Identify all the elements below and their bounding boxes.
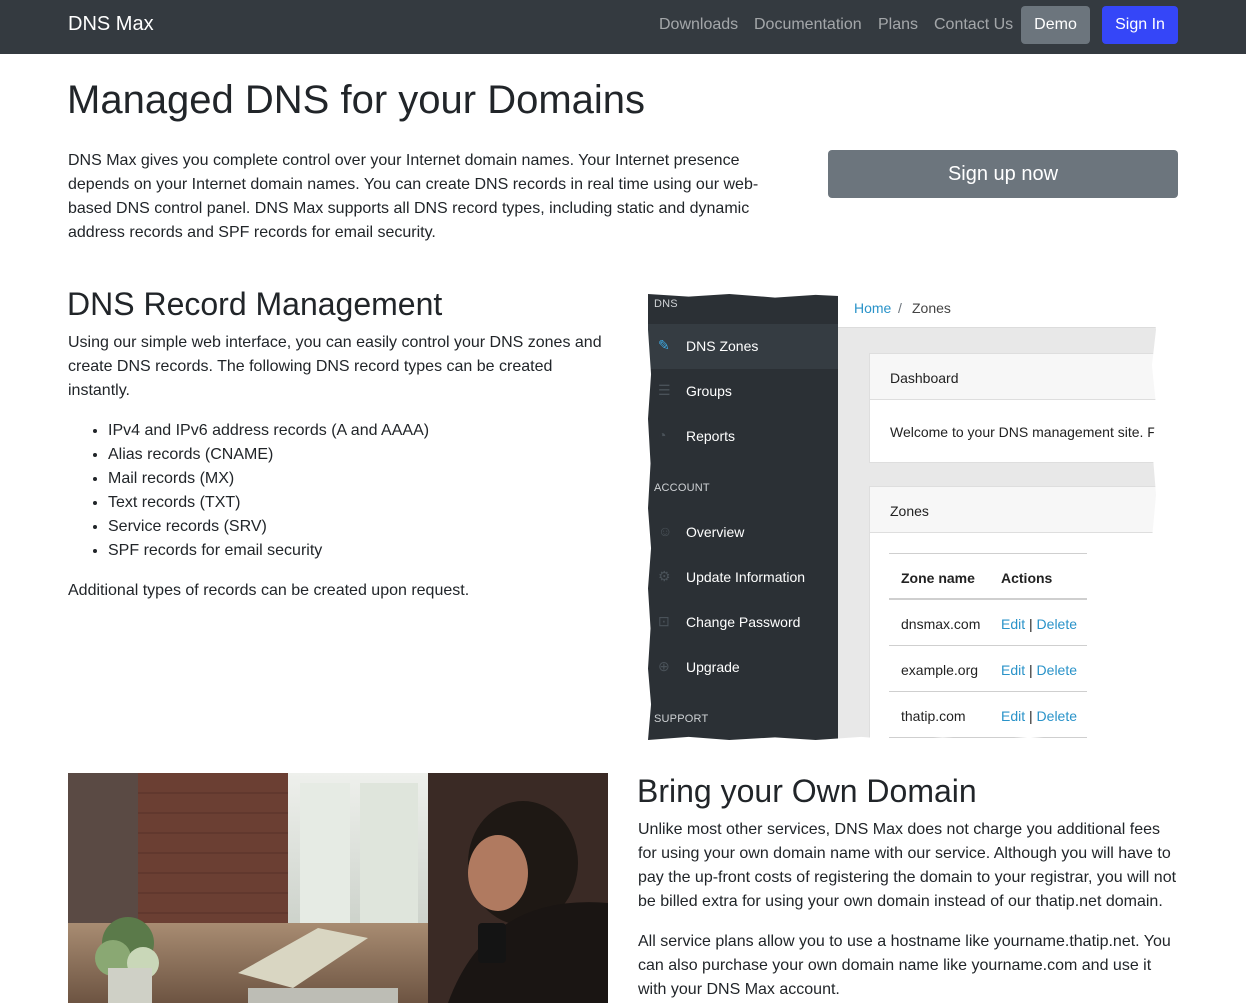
gear-icon: ⚙ (658, 568, 671, 584)
edit-link: Edit (1001, 616, 1026, 632)
pie-chart-icon: ◔ (658, 427, 667, 443)
record-types-list: IPv4 and IPv6 address records (A and AAA… (108, 419, 429, 563)
breadcrumb-current: Zones (912, 300, 951, 316)
sidebar-item-change-password: ⊡ Change Password (648, 600, 838, 645)
list-icon: ☰ (658, 382, 671, 398)
sidebar-item-label: Groups (686, 383, 732, 399)
dashboard-card: Dashboard Welcome to your DNS management… (869, 353, 1156, 463)
lock-icon: ⊡ (658, 613, 670, 629)
sign-in-button[interactable]: Sign In (1102, 6, 1178, 44)
column-header-zone-name: Zone name (901, 570, 975, 586)
app-sidebar: DNS ✎ DNS Zones ☰ Groups ◔ Reports ACCOU… (648, 294, 838, 740)
sidebar-section-support: SUPPORT (654, 713, 709, 725)
actions-cell: Edit | Delete (1001, 616, 1077, 632)
action-separator: | (1029, 708, 1033, 724)
list-item: Text records (TXT) (108, 491, 429, 515)
dashboard-welcome-text: Welcome to your DNS management site. F (890, 424, 1156, 440)
sidebar-item-label: Update Information (686, 569, 806, 585)
navbar: DNS Max Downloads Documentation Plans Co… (0, 0, 1246, 54)
sign-up-button[interactable]: Sign up now (828, 150, 1178, 198)
column-header-actions: Actions (1001, 570, 1053, 586)
user-icon: ☺ (658, 523, 673, 539)
byod-paragraph: Unlike most other services, DNS Max does… (638, 821, 1177, 910)
zone-name-cell: dnsmax.com (901, 616, 981, 632)
list-item: Mail records (MX) (108, 467, 429, 491)
zones-table: Zone name Actions dnsmax.com Edit | Dele… (889, 553, 1087, 738)
zones-card: Zones Zone name Actions dnsmax.com Edit … (869, 486, 1156, 740)
app-screenshot: DNS ✎ DNS Zones ☰ Groups ◔ Reports ACCOU… (648, 294, 1156, 740)
edit-link: Edit (1001, 708, 1026, 724)
records-description: Using our simple web interface, you can … (68, 334, 602, 399)
byod-paragraph: All service plans allow you to use a hos… (638, 933, 1171, 998)
actions-cell: Edit | Delete (1001, 662, 1077, 678)
table-row: thatip.com Edit | Delete (889, 692, 1087, 738)
sidebar-item-groups: ☰ Groups (648, 369, 838, 414)
actions-cell: Edit | Delete (1001, 708, 1077, 724)
sidebar-item-label: DNS Zones (686, 338, 759, 354)
nav-contact[interactable]: Contact Us (934, 16, 1013, 34)
nav-downloads[interactable]: Downloads (659, 16, 738, 34)
breadcrumb-separator: / (898, 300, 902, 316)
sidebar-item-label: Reports (686, 428, 736, 444)
pencil-icon: ✎ (658, 337, 670, 353)
delete-link: Delete (1036, 662, 1078, 678)
office-photo (68, 773, 608, 1003)
nav-documentation[interactable]: Documentation (754, 16, 862, 34)
table-row: dnsmax.com Edit | Delete (889, 600, 1087, 646)
sidebar-item-label: Upgrade (686, 659, 740, 675)
breadcrumb-home: Home (854, 300, 892, 316)
sidebar-item-dns-zones: ✎ DNS Zones (648, 324, 838, 369)
sidebar-section-dns: DNS (654, 298, 678, 310)
byod-heading: Bring your Own Domain (637, 773, 977, 809)
hero-description: DNS Max gives you complete control over … (68, 152, 759, 241)
action-separator: | (1029, 616, 1033, 632)
zones-card-title: Zones (870, 487, 1156, 533)
zone-name-cell: example.org (901, 662, 979, 678)
table-header-row: Zone name Actions (889, 554, 1087, 600)
zone-name-cell: thatip.com (901, 708, 966, 724)
nav-plans[interactable]: Plans (878, 16, 918, 34)
sidebar-section-account: ACCOUNT (654, 482, 710, 494)
list-item: Service records (SRV) (108, 515, 429, 539)
upgrade-icon: ⊕ (658, 658, 670, 674)
breadcrumb: Home / Zones (838, 294, 1156, 328)
brand-logo[interactable]: DNS Max (68, 13, 154, 36)
sidebar-item-update-information: ⚙ Update Information (648, 555, 838, 600)
action-separator: | (1029, 662, 1033, 678)
list-item: Alias records (CNAME) (108, 443, 429, 467)
records-note: Additional types of records can be creat… (68, 582, 470, 599)
page-title: Managed DNS for your Domains (67, 78, 646, 122)
demo-button[interactable]: Demo (1021, 6, 1090, 44)
list-item: SPF records for email security (108, 539, 429, 563)
sidebar-item-label: Overview (686, 524, 745, 540)
sidebar-item-reports: ◔ Reports (648, 414, 838, 459)
list-item: IPv4 and IPv6 address records (A and AAA… (108, 419, 429, 443)
sidebar-item-upgrade: ⊕ Upgrade (648, 645, 838, 690)
table-row: example.org Edit | Delete (889, 646, 1087, 692)
records-heading: DNS Record Management (67, 286, 443, 322)
sidebar-item-overview: ☺ Overview (648, 510, 838, 555)
delete-link: Delete (1036, 708, 1078, 724)
photo-illustration (68, 773, 608, 1003)
dashboard-card-title: Dashboard (870, 354, 1156, 400)
edit-link: Edit (1001, 662, 1026, 678)
delete-link: Delete (1036, 616, 1078, 632)
sidebar-item-label: Change Password (686, 614, 801, 630)
